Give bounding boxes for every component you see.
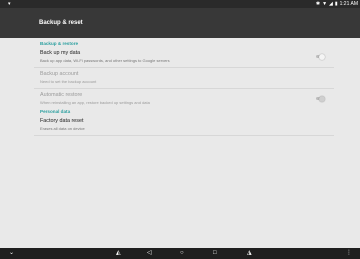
back-icon[interactable]: ◁ <box>147 250 152 257</box>
status-bar: ▾ ✱ ▼ ◢ ▮ 1:21 AM <box>0 0 360 8</box>
setting-title: Backup account <box>40 71 79 77</box>
volume-up-icon[interactable]: ◮ <box>247 250 252 257</box>
navigation-bar: ⌄ ◭ ◁ ○ □ ◮ ⋮ <box>0 248 360 259</box>
toggle-knob <box>319 53 325 60</box>
status-time: 1:21 AM <box>339 1 358 7</box>
setting-factory-data-reset[interactable]: Factory data reset Erases all data on de… <box>34 115 334 136</box>
volume-down-icon[interactable]: ◭ <box>116 250 121 257</box>
setting-title: Factory data reset <box>40 118 84 124</box>
setting-summary: Back up app data, Wi-Fi passwords, and o… <box>40 58 170 63</box>
status-icons: ✱ ▼ ◢ ▮ 1:21 AM <box>316 0 358 8</box>
backup-toggle[interactable] <box>316 53 325 60</box>
setting-title: Back up my data <box>40 50 81 56</box>
toggle-knob <box>319 95 325 102</box>
setting-summary: When reinstalling an app, restore backed… <box>40 100 150 105</box>
setting-back-up-my-data[interactable]: Back up my data Back up app data, Wi-Fi … <box>34 47 334 68</box>
settings-list: Backup & restore Back up my data Back up… <box>34 38 334 136</box>
recents-icon[interactable]: □ <box>213 250 217 257</box>
battery-icon: ▮ <box>334 1 338 7</box>
menu-icon[interactable]: ⋮ <box>346 250 352 257</box>
setting-automatic-restore: Automatic restore When reinstalling an a… <box>34 89 334 109</box>
setting-summary: Need to set the backup account <box>40 79 97 84</box>
signal-icon: ◢ <box>329 1 333 7</box>
setting-summary: Erases all data on device <box>40 126 85 131</box>
page-title: Backup & reset <box>39 20 83 26</box>
setting-title: Automatic restore <box>40 92 83 98</box>
bluetooth-icon: ✱ <box>315 1 321 7</box>
wifi-icon: ▼ <box>322 1 328 7</box>
notification-icon: ▾ <box>8 1 11 7</box>
app-bar: Backup & reset <box>0 8 360 38</box>
home-icon[interactable]: ○ <box>180 250 184 257</box>
keyboard-hide-icon[interactable]: ⌄ <box>9 250 14 257</box>
setting-backup-account: Backup account Need to set the backup ac… <box>34 68 334 89</box>
automatic-restore-toggle <box>316 95 325 102</box>
